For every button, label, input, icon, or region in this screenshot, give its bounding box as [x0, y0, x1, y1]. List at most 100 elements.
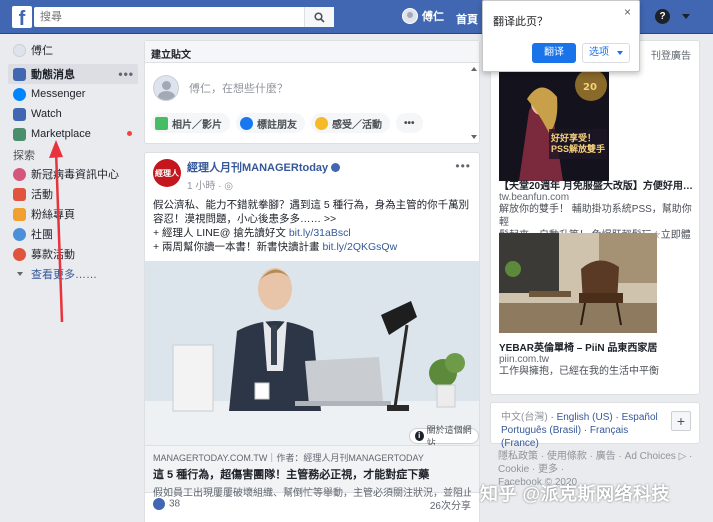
sidebar-item-label: 社團: [31, 229, 53, 241]
sidebar-item-covid-info[interactable]: 新冠病毒資訊中心: [8, 164, 138, 184]
ad-image-chair[interactable]: [499, 233, 657, 333]
sidebar-item-label: 活動: [31, 189, 53, 201]
current-language: 中文(台灣): [501, 412, 548, 423]
left-sidebar: 傅仁 動態消息 ••• Messenger Watch Marketplace …: [8, 40, 138, 284]
more-options-button[interactable]: •••: [396, 113, 423, 133]
sponsored-ads-card: 刊登廣告 20 好好享受！PSS解放雙手 【天堂20週年 月免服盛大改版】方便好…: [490, 40, 700, 395]
post-text-prefix: + 兩周幫你讀一本書！新書快讀計畫: [153, 241, 323, 253]
language-links: 中文(台灣) · English (US) · Español Portuguê…: [501, 412, 658, 449]
link-title: 這 5 種行為，超傷害團隊！主管務必正視，才能對症下藥: [153, 469, 430, 481]
footer-line[interactable]: Cookie · 更多 ·: [498, 463, 698, 476]
more-languages-button[interactable]: +: [671, 411, 691, 431]
pages-icon: [13, 207, 26, 221]
profile-name: 傅仁: [422, 11, 444, 23]
translate-options-button[interactable]: 选项: [582, 43, 630, 63]
chevron-down-icon: [17, 272, 23, 276]
page-logo[interactable]: 經理人: [153, 159, 181, 187]
sidebar-item-label: 傅仁: [31, 45, 53, 57]
post-footer: 38 26次分享: [145, 493, 479, 515]
link-preview[interactable]: MANAGERTODAY.COM.TW｜作者：經理人月刊MANAGERTODAY…: [145, 445, 479, 499]
sidebar-item-label: 動態消息: [31, 69, 75, 81]
sidebar-item-watch[interactable]: Watch: [8, 104, 138, 124]
sidebar-item-label: 募款活動: [31, 249, 75, 261]
avatar: [13, 43, 26, 57]
sidebar-item-profile[interactable]: 傅仁: [8, 40, 138, 60]
photo-video-label: 相片／影片: [172, 119, 222, 131]
home-link[interactable]: 首頁: [456, 11, 478, 27]
feeling-icon: [315, 116, 328, 130]
help-icon[interactable]: ?: [655, 9, 670, 24]
sidebar-item-label: 粉絲專頁: [31, 209, 75, 221]
globe-icon: ◎: [224, 181, 233, 192]
translate-button[interactable]: 翻译: [532, 43, 576, 63]
search-box: [34, 7, 334, 27]
sidebar-item-pages[interactable]: 粉絲專頁: [8, 204, 138, 224]
explore-section-title: 探索: [13, 150, 35, 162]
post-text-line: 假公濟私、能力不錯就拳腳？遇到這 5 種行為，身為主管的你千萬別容忍！漠視問題，…: [153, 199, 470, 225]
ad-text-chair[interactable]: YEBAR英倫單椅 – PiiN 品東西家居 piin.com.tw 工作與擁抱…: [499, 339, 695, 378]
facebook-logo-icon[interactable]: f: [12, 6, 32, 28]
sidebar-see-more[interactable]: 查看更多……: [8, 264, 138, 284]
language-link[interactable]: Español: [622, 412, 658, 423]
post-timestamp[interactable]: 1 小時 · ◎: [187, 177, 340, 192]
shares-count[interactable]: 26次分享: [430, 497, 471, 512]
page-name: 經理人月刊MANAGERtoday: [187, 162, 329, 174]
composer-body[interactable]: 傅仁，在想些什麼？: [145, 63, 479, 113]
profile-link[interactable]: 傅仁: [402, 8, 444, 24]
sidebar-item-label: Marketplace: [31, 128, 91, 140]
post-options-icon[interactable]: •••: [455, 159, 471, 173]
post-header: 經理人 經理人月刊MANAGERtoday 1 小時 · ◎ •••: [145, 153, 479, 198]
ad-description: 解放你的雙手！ 輔助掛功系統PSS，幫助你輕: [499, 204, 692, 228]
language-link[interactable]: Português (Brasil): [501, 425, 581, 436]
language-link[interactable]: English (US): [557, 412, 613, 423]
chevron-down-icon: [617, 51, 623, 55]
post-link[interactable]: bit.ly/31aBscl: [289, 227, 351, 239]
more-options-icon[interactable]: •••: [118, 67, 134, 81]
scroll-up-icon[interactable]: [471, 67, 477, 71]
page-name-link[interactable]: 經理人月刊MANAGERtoday: [187, 159, 341, 175]
news-feed-icon: [13, 67, 26, 81]
ad-image-game[interactable]: 20 好好享受！PSS解放雙手: [499, 63, 609, 181]
create-ad-link[interactable]: 刊登廣告: [651, 47, 691, 62]
scroll-down-icon[interactable]: [471, 135, 477, 139]
post-time-text: 1 小時 ·: [187, 181, 225, 192]
post-link[interactable]: bit.ly/2QKGsQw: [322, 241, 397, 253]
feeling-activity-button[interactable]: 感受／活動: [311, 113, 390, 133]
messenger-icon: [13, 87, 26, 101]
fundraisers-icon: [13, 247, 26, 261]
ad-domain: tw.beanfun.com: [499, 192, 570, 203]
close-icon[interactable]: ×: [624, 5, 631, 19]
search-input[interactable]: [34, 7, 304, 27]
see-more-link: 查看更多……: [31, 269, 97, 281]
groups-icon: [13, 227, 26, 241]
ad-badge-text: 好好享受！PSS解放雙手: [551, 133, 606, 154]
photo-video-button[interactable]: 相片／影片: [151, 113, 230, 133]
create-post-header: 建立貼文: [145, 41, 479, 63]
about-site-button[interactable]: i 關於這個網站: [409, 425, 479, 448]
covid-info-icon: [13, 167, 26, 181]
account-menu-caret-icon[interactable]: [682, 14, 690, 19]
post-image[interactable]: [145, 261, 479, 445]
reactions-count[interactable]: 38: [153, 498, 180, 510]
sidebar-item-messenger[interactable]: Messenger: [8, 84, 138, 104]
options-label: 选项: [589, 47, 609, 58]
sidebar-item-marketplace[interactable]: Marketplace: [8, 124, 138, 144]
feed-post: 經理人 經理人月刊MANAGERtoday 1 小時 · ◎ ••• 假公濟私、…: [144, 152, 480, 522]
create-post-card: 建立貼文 傅仁，在想些什麼？ 相片／影片 標註朋友 感受／活動 •••: [144, 40, 480, 144]
marketplace-icon: [13, 127, 26, 141]
ad-title: 【天堂20週年 月免服盛大改版】方便好用…: [499, 181, 693, 192]
sidebar-item-news-feed[interactable]: 動態消息 •••: [8, 64, 138, 84]
ad-domain: piin.com.tw: [499, 354, 550, 365]
composer-input[interactable]: 傅仁，在想些什麼？: [189, 80, 288, 96]
footer-line[interactable]: 隱私政策 · 使用條款 · 廣告 · Ad Choices ▷ ·: [498, 450, 698, 463]
tag-friends-label: 標註朋友: [257, 119, 297, 131]
notification-dot: [127, 131, 132, 136]
sidebar-item-label: Messenger: [31, 88, 86, 100]
sidebar-item-events[interactable]: 活動: [8, 184, 138, 204]
info-icon: i: [415, 431, 424, 441]
search-button[interactable]: [304, 7, 334, 27]
tag-friends-button[interactable]: 標註朋友: [236, 113, 305, 133]
sidebar-item-label: Watch: [31, 108, 62, 120]
sidebar-item-fundraisers[interactable]: 募款活動: [8, 244, 138, 264]
sidebar-item-groups[interactable]: 社團: [8, 224, 138, 244]
